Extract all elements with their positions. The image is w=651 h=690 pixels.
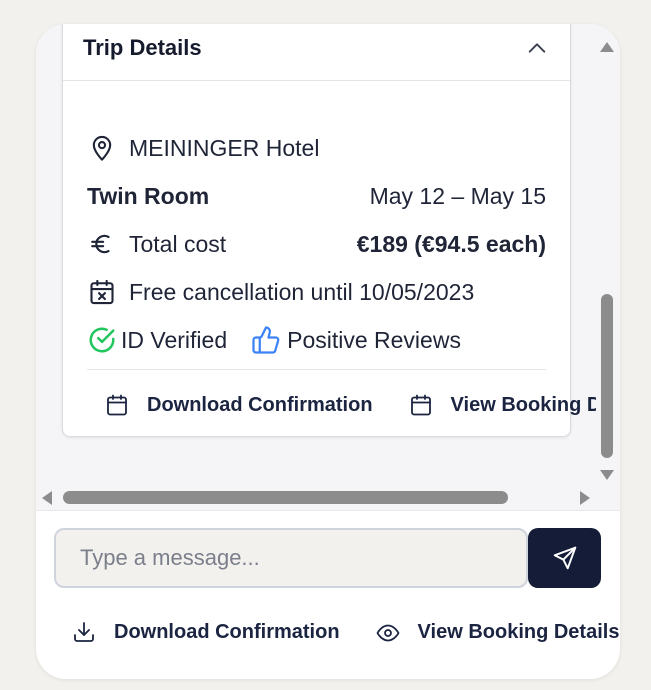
total-cost-label: Total cost: [129, 230, 227, 257]
room-row: Twin Room May 12 – May 15: [87, 179, 546, 213]
chat-window: Trip Details MEININGER Hotel Twin Room M…: [36, 24, 620, 679]
card-download-confirmation-button[interactable]: Download Confirmation: [105, 393, 373, 417]
scroll-left-arrow-icon[interactable]: [42, 491, 52, 505]
calendar-icon: [105, 393, 129, 417]
action-label: View Booking Details: [417, 620, 620, 643]
id-verified-badge: ID Verified: [121, 326, 228, 353]
map-pin-icon: [87, 133, 117, 163]
download-confirmation-button[interactable]: Download Confirmation: [72, 620, 340, 644]
view-booking-details-button[interactable]: View Booking Details: [376, 620, 620, 644]
cancellation-row: Free cancellation until 10/05/2023: [87, 275, 546, 309]
composer-divider: [36, 510, 620, 511]
check-circle-icon: [87, 325, 117, 355]
download-icon: [72, 620, 96, 644]
action-label: Download Confirmation: [147, 393, 373, 416]
action-label: Download Confirmation: [114, 620, 340, 643]
positive-reviews-badge: Positive Reviews: [287, 326, 461, 353]
hotel-row: MEININGER Hotel: [87, 131, 546, 165]
chevron-up-icon[interactable]: [526, 37, 548, 59]
scroll-right-arrow-icon[interactable]: [580, 491, 590, 505]
action-label: View Booking Details: [450, 393, 620, 416]
room-type: Twin Room: [87, 182, 210, 209]
thumbs-up-icon: [251, 325, 281, 355]
message-input[interactable]: [54, 528, 528, 588]
horizontal-scrollbar-thumb[interactable]: [63, 491, 508, 504]
message-area: Trip Details MEININGER Hotel Twin Room M…: [36, 24, 620, 510]
card-header[interactable]: Trip Details: [63, 24, 570, 81]
trip-details-card: Trip Details MEININGER Hotel Twin Room M…: [62, 24, 620, 437]
cost-row: Total cost €189 (€94.5 each): [87, 227, 546, 261]
cancellation-policy: Free cancellation until 10/05/2023: [129, 278, 475, 305]
card-divider: [87, 369, 546, 370]
card-view-booking-details-button[interactable]: View Booking Details: [409, 393, 620, 417]
total-cost-value: €189 (€94.5 each): [356, 230, 546, 257]
send-icon: [553, 546, 576, 570]
send-button[interactable]: [528, 528, 601, 588]
eye-icon: [376, 620, 400, 644]
footer-actions: Download Confirmation View Booking Detai…: [72, 620, 620, 644]
calendar-icon: [409, 393, 433, 417]
euro-icon: [87, 229, 117, 259]
hotel-name: MEININGER Hotel: [129, 134, 320, 161]
card-actions: Download Confirmation View Booking Detai…: [105, 393, 620, 417]
card-title: Trip Details: [83, 35, 202, 60]
vertical-scrollbar-thumb[interactable]: [601, 294, 613, 458]
calendar-x-icon: [87, 277, 117, 307]
badges-row: ID Verified Positive Reviews: [87, 323, 546, 357]
scroll-down-arrow-icon[interactable]: [600, 470, 614, 480]
stay-dates: May 12 – May 15: [369, 182, 546, 209]
scroll-up-arrow-icon[interactable]: [600, 42, 614, 52]
